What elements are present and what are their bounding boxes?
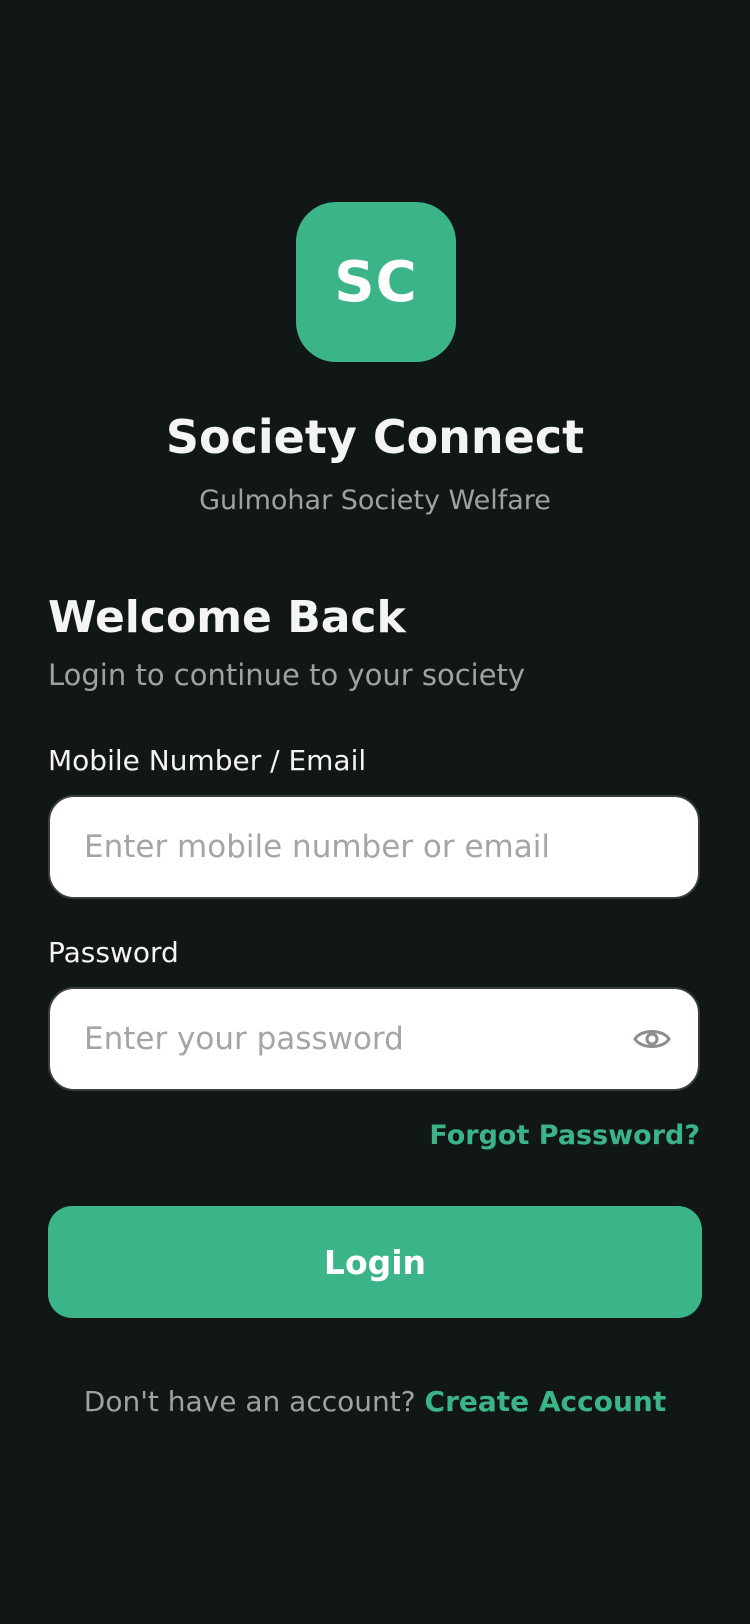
password-field[interactable]	[48, 987, 700, 1091]
app-subtitle: Gulmohar Society Welfare	[199, 485, 551, 516]
create-account-link[interactable]: Create Account	[425, 1385, 667, 1418]
identifier-input[interactable]	[82, 828, 674, 866]
app-logo: SC	[296, 202, 456, 362]
welcome-heading: Welcome Back	[48, 592, 406, 643]
app-logo-text: SC	[334, 249, 418, 315]
identifier-label: Mobile Number / Email	[48, 744, 367, 777]
app-title: Society Connect	[165, 410, 585, 464]
signup-row: Don't have an account? Create Account	[0, 1385, 750, 1418]
password-input[interactable]	[82, 1020, 618, 1058]
welcome-subheading: Login to continue to your society	[48, 658, 526, 692]
eye-icon[interactable]	[630, 1017, 674, 1061]
forgot-password-link[interactable]: Forgot Password?	[429, 1120, 700, 1151]
login-button[interactable]: Login	[48, 1206, 702, 1318]
signup-prompt: Don't have an account?	[83, 1385, 416, 1418]
password-label: Password	[48, 936, 179, 969]
identifier-field[interactable]	[48, 795, 700, 899]
